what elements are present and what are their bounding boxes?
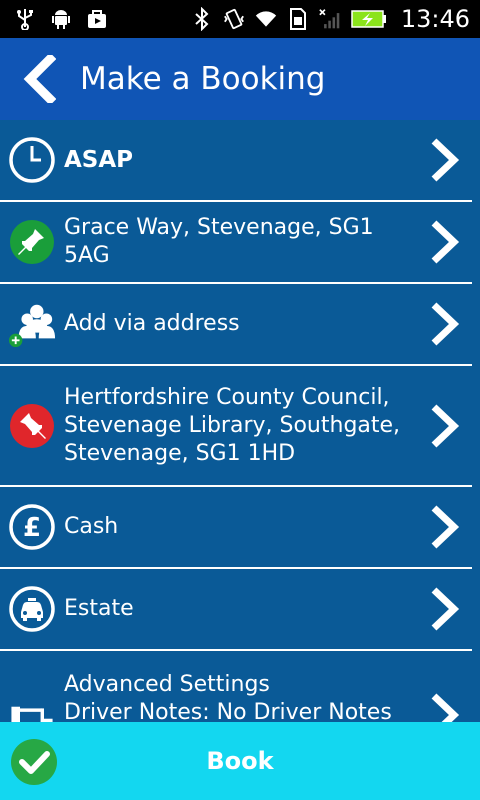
bluetooth-icon [191, 7, 213, 31]
status-time: 13:46 [400, 5, 470, 33]
pickup-time-row[interactable]: ASAP [0, 120, 472, 202]
payment-label: Cash [64, 514, 119, 539]
check-icon [11, 739, 57, 785]
add-via-row[interactable]: Add via address [0, 284, 472, 366]
usb-icon [14, 8, 36, 30]
advanced-settings-label: Advanced Settings Driver Notes: No Drive… [64, 671, 412, 727]
destination-pin-icon [8, 402, 56, 450]
store-bag-icon [86, 8, 108, 30]
destination-address-row[interactable]: Hertfordshire County Council, Stevenage … [0, 366, 472, 487]
car-icon [8, 585, 56, 633]
pound-icon: £ [8, 503, 56, 551]
vibrate-icon [223, 8, 245, 30]
advanced-settings-title: Advanced Settings [64, 672, 270, 697]
chevron-right-icon [428, 402, 462, 450]
back-button[interactable] [10, 38, 68, 120]
android-debug-icon [50, 8, 72, 30]
wifi-icon [255, 8, 277, 30]
app-header: Make a Booking [0, 38, 480, 120]
status-bar-left [0, 0, 108, 38]
destination-line-3: Stevenage, SG1 1HD [64, 440, 296, 466]
booking-options-list: ASAP Grace Way, Stevenage, SG1 5AG Add v… [0, 120, 480, 741]
chevron-right-icon [428, 218, 462, 266]
vehicle-row[interactable]: Estate [0, 569, 472, 651]
svg-text:£: £ [23, 513, 41, 543]
vehicle-label: Estate [64, 596, 134, 621]
pickup-address-label: Grace Way, Stevenage, SG1 5AG [64, 215, 374, 268]
book-button-label: Book [206, 747, 274, 775]
back-arrow-icon [23, 55, 56, 103]
pickup-pin-icon [8, 218, 56, 266]
pickup-time-label: ASAP [64, 147, 134, 173]
destination-line-1: Hertfordshire County Council, [64, 384, 390, 410]
clock-icon [8, 136, 56, 184]
no-signal-icon [319, 8, 341, 30]
destination-address-label: Hertfordshire County Council, Stevenage … [64, 384, 412, 468]
chevron-right-icon [428, 585, 462, 633]
payment-row[interactable]: £ Cash [0, 487, 472, 569]
chevron-right-icon [428, 300, 462, 348]
book-button[interactable]: Book [0, 722, 480, 800]
status-bar: 13:46 [0, 0, 480, 38]
pickup-address-row[interactable]: Grace Way, Stevenage, SG1 5AG [0, 202, 472, 284]
add-via-label: Add via address [64, 311, 240, 336]
chevron-right-icon [428, 503, 462, 551]
battery-charging-icon [351, 8, 387, 30]
status-bar-right: 13:46 [191, 0, 480, 38]
sim-card-icon [287, 8, 309, 30]
chevron-right-icon [428, 136, 462, 184]
destination-line-2: Stevenage Library, Southgate, [64, 412, 401, 438]
add-people-icon [8, 300, 56, 348]
page-title: Make a Booking [80, 61, 326, 97]
